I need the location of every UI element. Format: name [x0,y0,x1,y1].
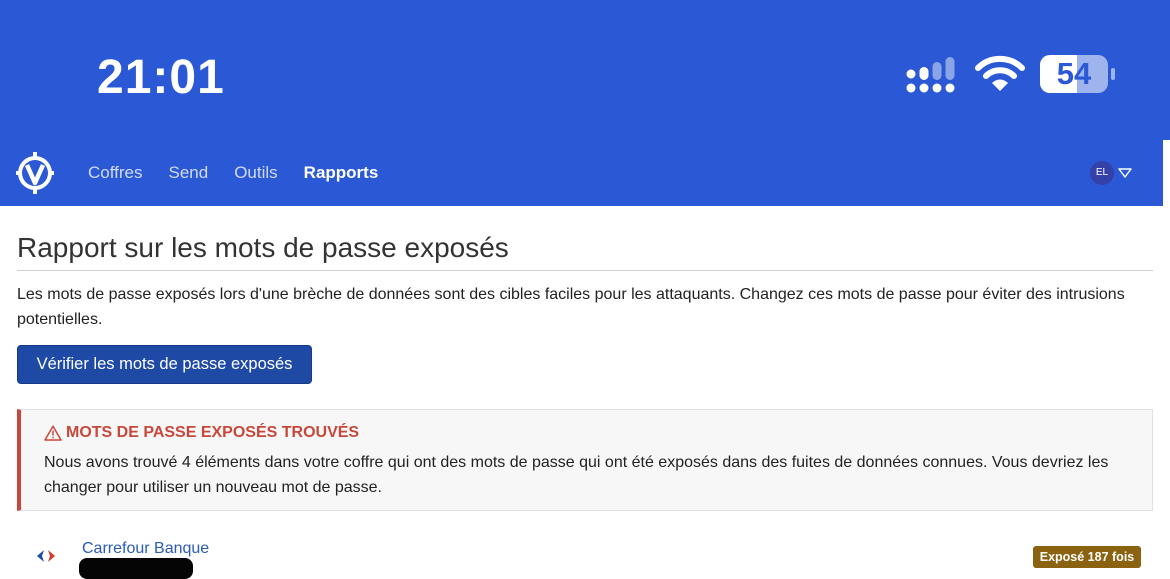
vaultwarden-logo-icon[interactable] [16,152,54,194]
nav-link-rapports[interactable]: Rapports [304,163,379,183]
battery-level: 54 [1056,56,1092,91]
wifi-icon [975,55,1025,91]
viewport-edge [1163,140,1170,206]
user-avatar[interactable]: EL [1090,161,1114,185]
check-exposed-passwords-button[interactable]: Vérifier les mots de passe exposés [17,345,312,384]
exposed-count-badge: Exposé 187 fois [1033,546,1141,568]
nav-link-send[interactable]: Send [169,163,209,183]
alert-title: MOTS DE PASSE EXPOSÉS TROUVÉS [66,424,360,441]
redacted-username [79,558,193,579]
status-time: 21:01 [97,51,225,104]
exposed-passwords-alert: MOTS DE PASSE EXPOSÉS TROUVÉS Nous avons… [17,409,1153,511]
alert-body: Nous avons trouvé 4 éléments dans votre … [44,454,1109,496]
status-bar: 21:01 54 [0,0,1170,140]
carrefour-logo-icon [37,550,55,562]
nav-link-coffres[interactable]: Coffres [88,163,143,183]
page-title: Rapport sur les mots de passe exposés [17,232,509,263]
cellular-signal-icon [906,57,955,93]
top-navbar: Coffres Send Outils Rapports EL [0,140,1170,206]
warning-icon [44,425,62,441]
page-description: Les mots de passe exposés lors d'une brè… [17,286,1125,328]
item-name-link[interactable]: Carrefour Banque [82,540,209,558]
title-divider [17,270,1153,271]
alert-title-row: MOTS DE PASSE EXPOSÉS TROUVÉS [44,424,359,442]
nav-link-outils[interactable]: Outils [234,163,277,183]
nav-links: Coffres Send Outils Rapports [88,140,404,206]
list-item: Carrefour Banque Exposé 187 fois [17,536,1153,579]
chevron-down-icon[interactable] [1118,167,1132,179]
